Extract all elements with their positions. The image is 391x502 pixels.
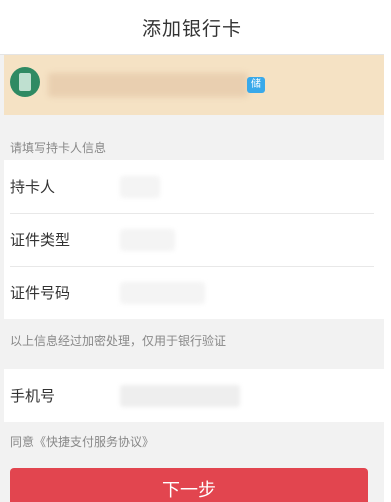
nav-bar: 添加银行卡	[0, 0, 384, 55]
phone-value	[120, 384, 240, 407]
cardholder-name-value	[120, 175, 160, 198]
right-edge	[384, 0, 391, 502]
id-type-label: 证件类型	[10, 231, 71, 249]
id-number-value	[120, 281, 205, 304]
phone-label: 手机号	[10, 387, 56, 405]
agreement-link[interactable]: 同意《快捷支付服务协议》	[10, 433, 154, 450]
cardholder-form: 持卡人 证件类型 证件号码	[4, 160, 384, 319]
phone-form: 手机号	[4, 369, 384, 422]
id-number-row[interactable]: 证件号码	[4, 266, 384, 319]
id-number-label: 证件号码	[10, 284, 71, 302]
phone-row[interactable]: 手机号	[4, 369, 384, 422]
next-button[interactable]: 下一步	[10, 468, 368, 502]
cardholder-name-label: 持卡人	[10, 178, 56, 196]
encryption-note: 以上信息经过加密处理，仅用于银行验证	[10, 334, 227, 348]
id-type-value	[120, 228, 175, 251]
bank-card-notice[interactable]: 储	[4, 55, 384, 115]
page: 添加银行卡 储 请填写持卡人信息 持卡人 证件类型 证件号码 以上信息经过加密处…	[0, 0, 391, 502]
redacted-card-info	[48, 73, 248, 97]
section-label-cardholder: 请填写持卡人信息	[10, 141, 107, 155]
cardholder-name-row[interactable]: 持卡人	[4, 160, 384, 213]
page-title: 添加银行卡	[141, 17, 242, 40]
card-type-tag: 储	[247, 77, 265, 93]
bank-logo-icon	[10, 67, 40, 97]
id-type-row[interactable]: 证件类型	[4, 213, 384, 266]
